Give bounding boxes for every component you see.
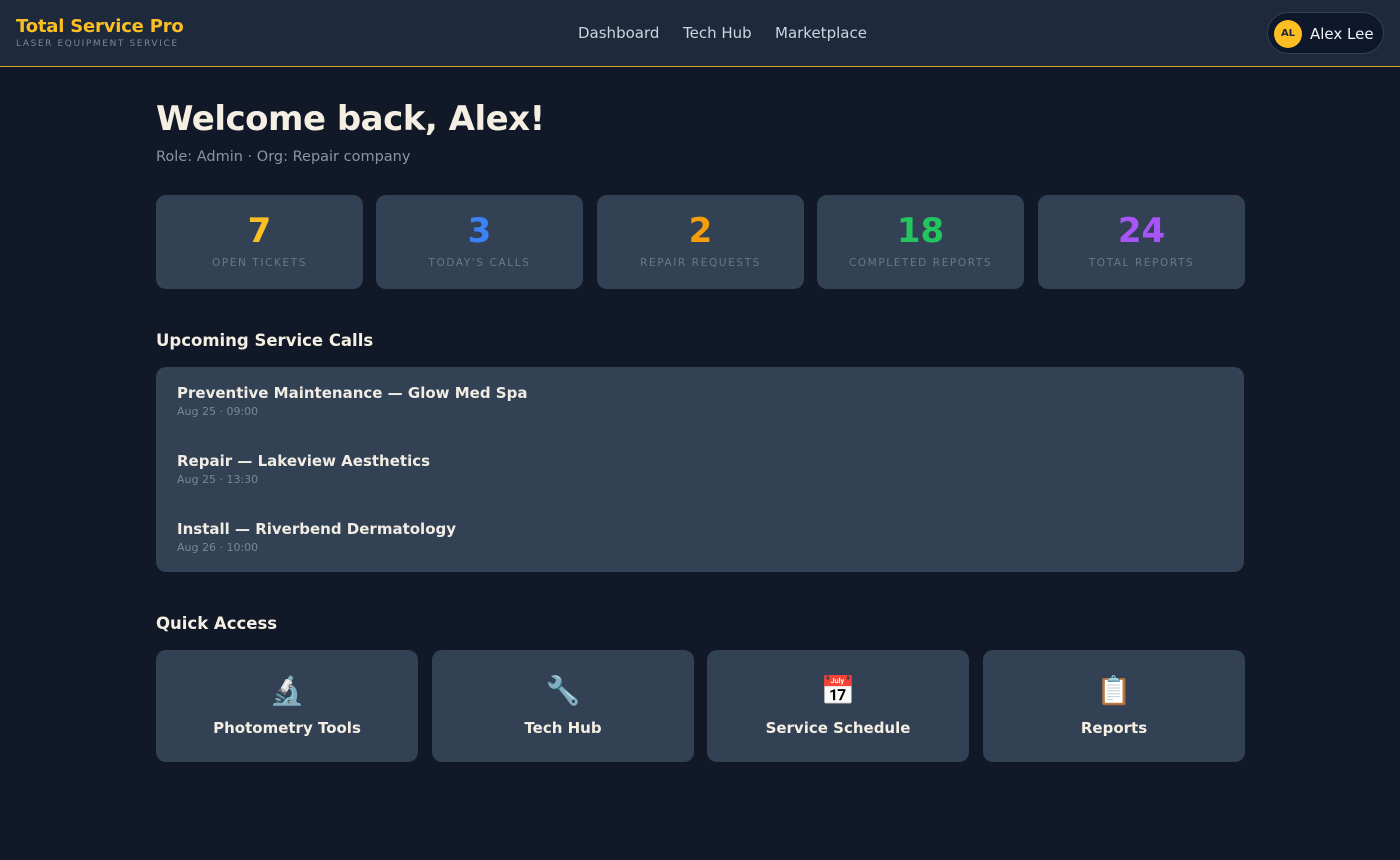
stat-label: COMPLETED REPORTS xyxy=(848,257,993,269)
quick-access-label: Service Schedule xyxy=(765,719,911,737)
quick-access-service-schedule[interactable]: 📅 Service Schedule xyxy=(707,650,969,762)
stat-card-todays-calls[interactable]: 3 TODAY'S CALLS xyxy=(376,195,583,289)
stat-label: OPEN TICKETS xyxy=(211,257,308,269)
stat-label: TODAY'S CALLS xyxy=(428,257,531,269)
role-org-line: Role: Admin · Org: Repair company xyxy=(156,149,411,165)
stat-card-open-tickets[interactable]: 7 OPEN TICKETS xyxy=(156,195,363,289)
brand-subtitle: LASER EQUIPMENT SERVICE xyxy=(16,39,179,49)
quick-access-label: Photometry Tools xyxy=(213,719,361,737)
call-title: Install — Riverbend Dermatology xyxy=(177,520,457,538)
user-menu-button[interactable]: AL Alex Lee xyxy=(1267,12,1384,54)
stat-label: REPAIR REQUESTS xyxy=(640,257,761,269)
quick-access-photometry-tools[interactable]: 🔬 Photometry Tools xyxy=(156,650,418,762)
call-time: Aug 25 · 13:30 xyxy=(177,473,259,486)
top-navigation-bar: Total Service Pro LASER EQUIPMENT SERVIC… xyxy=(0,0,1400,67)
quick-access-label: Tech Hub xyxy=(524,719,602,737)
stat-card-repair-requests[interactable]: 2 REPAIR REQUESTS xyxy=(597,195,804,289)
call-time: Aug 26 · 10:00 xyxy=(177,541,259,554)
stat-label: TOTAL REPORTS xyxy=(1088,257,1195,269)
quick-access-tech-hub[interactable]: 🔧 Tech Hub xyxy=(432,650,694,762)
stat-card-total-reports[interactable]: 24 TOTAL REPORTS xyxy=(1038,195,1245,289)
call-title: Preventive Maintenance — Glow Med Spa xyxy=(177,384,528,402)
list-item[interactable]: Preventive Maintenance — Glow Med Spa Au… xyxy=(177,383,527,419)
nav-marketplace[interactable]: Marketplace xyxy=(775,23,867,43)
stat-value: 2 xyxy=(688,211,713,251)
stat-value: 24 xyxy=(1117,211,1166,251)
stat-value: 18 xyxy=(896,211,945,251)
upcoming-calls-list: Preventive Maintenance — Glow Med Spa Au… xyxy=(156,367,1244,572)
wrench-icon: 🔧 xyxy=(545,674,581,707)
nav-tech-hub[interactable]: Tech Hub xyxy=(683,23,752,43)
calendar-icon: 📅 xyxy=(820,674,856,707)
call-time: Aug 25 · 09:00 xyxy=(177,405,259,418)
stat-value: 7 xyxy=(247,211,272,251)
quick-access-reports[interactable]: 📋 Reports xyxy=(983,650,1245,762)
page-title: Welcome back, Alex! xyxy=(156,99,545,139)
microscope-icon: 🔬 xyxy=(269,674,305,707)
main-nav: Dashboard Tech Hub Marketplace xyxy=(0,0,1400,66)
brand-title: Total Service Pro xyxy=(16,16,184,37)
quick-access-heading: Quick Access xyxy=(156,614,278,633)
list-item[interactable]: Install — Riverbend Dermatology Aug 26 ·… xyxy=(177,519,456,555)
nav-dashboard[interactable]: Dashboard xyxy=(578,23,659,43)
user-name: Alex Lee xyxy=(1310,25,1374,43)
stat-card-completed-reports[interactable]: 18 COMPLETED REPORTS xyxy=(817,195,1024,289)
quick-access-label: Reports xyxy=(1080,719,1148,737)
stat-value: 3 xyxy=(467,211,492,251)
upcoming-calls-heading: Upcoming Service Calls xyxy=(156,331,374,350)
call-title: Repair — Lakeview Aesthetics xyxy=(177,452,431,470)
avatar: AL xyxy=(1274,20,1302,48)
brand[interactable]: Total Service Pro LASER EQUIPMENT SERVIC… xyxy=(16,16,184,50)
list-item[interactable]: Repair — Lakeview Aesthetics Aug 25 · 13… xyxy=(177,451,430,487)
clipboard-icon: 📋 xyxy=(1096,674,1132,707)
